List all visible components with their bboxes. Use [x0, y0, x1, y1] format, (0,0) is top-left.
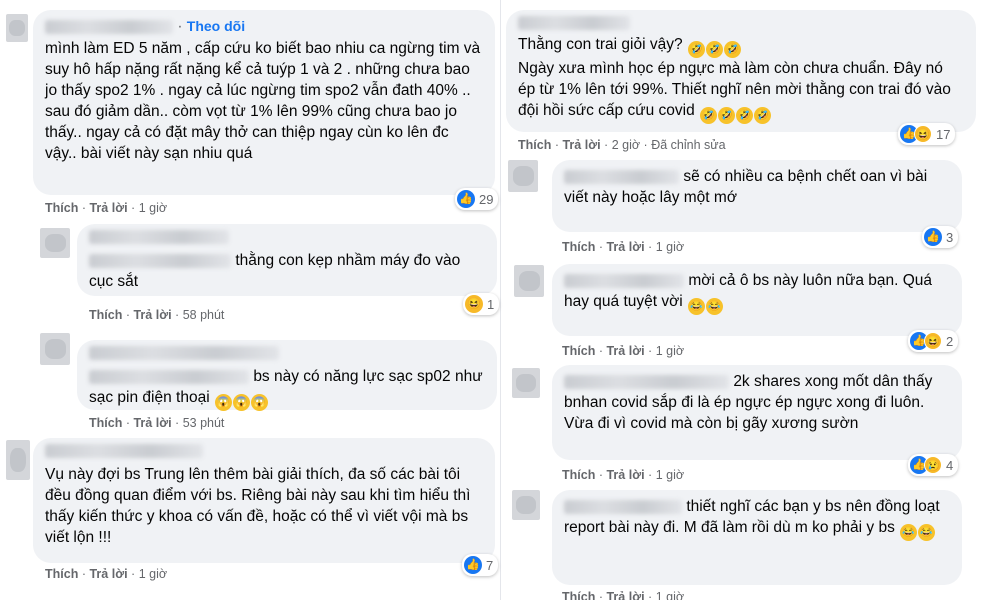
- shocked-emoji-icon: 😱: [232, 394, 250, 411]
- comment-time: 1 giờ: [138, 201, 168, 215]
- comment-text: Thằng con trai giỏi vậy?: [518, 36, 683, 53]
- like-button[interactable]: Thích: [89, 308, 122, 322]
- like-button[interactable]: Thích: [562, 344, 595, 358]
- comment-bubble: thiết nghĩ các bạn y bs nên đồng loạt re…: [552, 490, 962, 585]
- reply-button[interactable]: Trả lời: [606, 344, 644, 358]
- haha-icon: 😆: [465, 295, 483, 313]
- laughing-emoji-icon: 🤣: [705, 41, 723, 58]
- blurred-name: [45, 19, 173, 34]
- reaction-count[interactable]: 👍 😆 17: [898, 123, 956, 145]
- avatar[interactable]: [6, 14, 28, 42]
- like-button[interactable]: Thích: [562, 468, 595, 482]
- blurred-name: [89, 346, 279, 360]
- comment-actions: Thích · Trả lời · 2 giờ · Đã chỉnh sửa: [518, 138, 726, 152]
- reply-button[interactable]: Trả lời: [606, 468, 644, 482]
- comment-actions: Thích · Trả lời · 58 phút: [89, 308, 225, 322]
- laughing-emoji-icon: 😂: [706, 298, 724, 315]
- avatar[interactable]: [512, 490, 540, 520]
- comment-time: 1 giờ: [655, 240, 685, 254]
- like-button[interactable]: Thích: [89, 416, 122, 430]
- reply-button[interactable]: Trả lời: [606, 590, 644, 600]
- like-icon: 👍: [457, 190, 475, 208]
- comment-time: 1 giờ: [655, 468, 685, 482]
- haha-icon: 😆: [914, 125, 932, 143]
- reply-button[interactable]: Trả lời: [562, 138, 600, 152]
- reply-button[interactable]: Trả lời: [89, 567, 127, 581]
- avatar[interactable]: [514, 265, 544, 297]
- comment-actions: Thích · Trả lời · 1 giờ: [45, 567, 168, 581]
- reaction-count[interactable]: 👍 7: [462, 554, 499, 576]
- comment-actions: Thích · Trả lời · 1 giờ: [562, 240, 685, 254]
- reaction-count[interactable]: 👍 3: [922, 226, 959, 248]
- like-icon: 👍: [464, 556, 482, 574]
- like-button[interactable]: Thích: [562, 590, 595, 600]
- comment-bubble: Vụ này đợi bs Trung lên thêm bài giải th…: [33, 438, 495, 563]
- reaction-count[interactable]: 👍 😆 2: [908, 330, 959, 352]
- reaction-count[interactable]: 👍 29: [455, 188, 499, 210]
- reply-button[interactable]: Trả lời: [89, 201, 127, 215]
- comment-bubble: Thằng con trai giỏi vậy? 🤣 🤣 🤣 Ngày xưa mì…: [506, 10, 976, 132]
- laughing-emoji-icon: 🤣: [723, 41, 741, 58]
- blurred-name: [89, 230, 229, 244]
- blurred-name: [564, 273, 684, 288]
- laughing-emoji-icon: 🤣: [687, 41, 705, 58]
- avatar[interactable]: [40, 228, 70, 258]
- comment-text: Vụ này đợi bs Trung lên thêm bài giải th…: [45, 466, 471, 546]
- comment-bubble: sẽ có nhiều ca bệnh chết oan vì bài viết…: [552, 160, 962, 232]
- laughing-emoji-icon: 🤣: [754, 107, 772, 124]
- comment-time: 1 giờ: [138, 567, 168, 581]
- blurred-name: [89, 253, 231, 268]
- sad-icon: 😢: [924, 456, 942, 474]
- like-button[interactable]: Thích: [45, 201, 78, 215]
- shocked-emoji-icon: 😱: [250, 394, 268, 411]
- shocked-emoji-icon: 😱: [214, 394, 232, 411]
- laughing-emoji-icon: 😂: [688, 298, 706, 315]
- blurred-name: [45, 444, 203, 458]
- blurred-name: [564, 169, 679, 184]
- comment-actions: Thích · Trả lời · 1 giờ: [562, 344, 685, 358]
- follow-link[interactable]: Theo dõi: [187, 18, 245, 34]
- laughing-emoji-icon: 🤣: [700, 107, 718, 124]
- reply-button[interactable]: Trả lời: [606, 240, 644, 254]
- avatar[interactable]: [40, 333, 70, 365]
- comment-bubble: 2k shares xong mốt dân thấy bnhan covid …: [552, 365, 962, 460]
- comment-actions: Thích · Trả lời · 1 giờ: [562, 468, 685, 482]
- laughing-emoji-icon: 🤣: [736, 107, 754, 124]
- laughing-emoji-icon: 😂: [918, 524, 936, 541]
- avatar[interactable]: [512, 368, 540, 398]
- edited-label: Đã chỉnh sửa: [651, 138, 726, 152]
- like-icon: 👍: [924, 228, 942, 246]
- comment-bubble: thằng con kẹp nhầm máy đo vào cục sắt: [77, 224, 497, 296]
- avatar[interactable]: [508, 160, 538, 192]
- comment-time: 1 giờ: [655, 590, 685, 600]
- comment-bubble: bs này có năng lực sạc sp02 như sạc pin …: [77, 340, 497, 411]
- blurred-name: [518, 16, 630, 30]
- comment-text: mình làm ED 5 năm , cấp cứu ko biết bao …: [45, 40, 481, 162]
- reaction-count[interactable]: 👍 😢 4: [908, 454, 959, 476]
- laughing-emoji-icon: 🤣: [718, 107, 736, 124]
- comment-bubble: mời cả ô bs này luôn nữa bạn. Quá hay qu…: [552, 264, 962, 336]
- like-button[interactable]: Thích: [562, 240, 595, 254]
- column-divider: [500, 0, 501, 600]
- reply-button[interactable]: Trả lời: [133, 308, 171, 322]
- reaction-count[interactable]: 😆 1: [463, 293, 500, 315]
- comment-actions: Thích · Trả lời · 1 giờ: [45, 201, 168, 215]
- comment-time: 1 giờ: [655, 344, 685, 358]
- reply-button[interactable]: Trả lời: [133, 416, 171, 430]
- haha-icon: 😆: [924, 332, 942, 350]
- blurred-name: [564, 374, 729, 389]
- avatar[interactable]: [6, 440, 30, 480]
- comment-time: 53 phút: [182, 416, 225, 430]
- comment-bubble: · Theo dõi mình làm ED 5 năm , cấp cứu k…: [33, 10, 495, 195]
- comment-time: 2 giờ: [611, 138, 641, 152]
- blurred-name: [89, 369, 249, 384]
- comment-actions: Thích · Trả lời · 1 giờ: [562, 590, 684, 600]
- comment-text: Ngày xưa mình học ép ngực mà làm còn chư…: [518, 60, 951, 119]
- blurred-name: [564, 499, 682, 514]
- comment-time: 58 phút: [182, 308, 225, 322]
- like-button[interactable]: Thích: [518, 138, 551, 152]
- comment-actions: Thích · Trả lời · 53 phút: [89, 416, 225, 430]
- like-button[interactable]: Thích: [45, 567, 78, 581]
- laughing-emoji-icon: 😂: [900, 524, 918, 541]
